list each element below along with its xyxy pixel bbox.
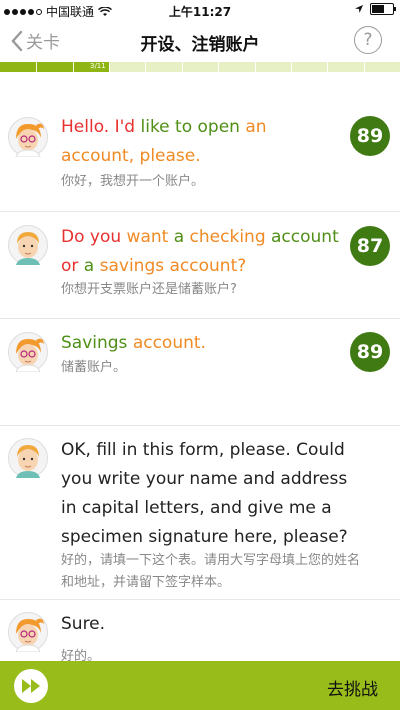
progress-segment-divider [181, 62, 183, 72]
sentence-word: OK, fill in this form, please. Could you… [61, 440, 348, 547]
score-badge: 89 [350, 332, 390, 372]
sentence-word: checking [184, 227, 266, 247]
dialogue-row-1[interactable]: Hello. I'd like to open an account, plea… [0, 103, 400, 212]
english-sentence: Hello. I'd like to open an account, plea… [61, 113, 341, 171]
sentence-word: please. [134, 146, 201, 166]
play-all-button[interactable] [14, 669, 48, 703]
avatar-female-icon [8, 612, 48, 652]
sentence-word: account. [127, 333, 206, 353]
progress-segment-divider [290, 62, 292, 72]
dialogue-row-3[interactable]: Savings account. 储蓄账户。 89 [0, 319, 400, 426]
status-time: 上午11:27 [168, 5, 232, 19]
help-button[interactable]: ? [354, 26, 382, 54]
nav-bar: 关卡 开设、注销账户 ? [0, 20, 400, 62]
sentence-word: Savings [61, 333, 128, 353]
sentence-word: a [168, 227, 185, 247]
avatar-female-icon [8, 332, 48, 372]
sentence-word: like to open [135, 117, 240, 137]
progress-segment-divider [109, 62, 111, 72]
status-right [354, 3, 396, 15]
page-title: 开设、注销账户 [140, 35, 260, 55]
progress-text: 3/11 [90, 62, 106, 70]
bottom-action-bar: 去挑战 [0, 661, 400, 710]
status-bar: 中国联通 上午11:27 [0, 0, 400, 20]
location-arrow-icon [355, 5, 363, 13]
progress-segment-divider [327, 62, 329, 72]
english-sentence: OK, fill in this form, please. Could you… [61, 436, 361, 552]
sentence-word: Sure. [61, 614, 106, 634]
avatar-female-icon [8, 117, 48, 157]
battery-icon [370, 3, 396, 15]
lesson-progress-bar: 3/11 [0, 62, 400, 72]
sentence-word: savings account? [94, 256, 247, 276]
sentence-word: Do you [61, 227, 122, 247]
avatar-male-icon [8, 438, 48, 478]
progress-segment-divider [363, 62, 365, 72]
english-sentence: Sure. [61, 610, 341, 639]
dialogue-row-2[interactable]: Do you want a checking account or a savi… [0, 212, 400, 319]
dialogue-row-4[interactable]: OK, fill in this form, please. Could you… [0, 426, 400, 600]
progress-segment-divider [218, 62, 220, 72]
challenge-button[interactable]: 去挑战 [327, 675, 378, 700]
chinese-translation: 好的，请填一下这个表。请用大写字母填上您的姓名和地址，并请留下签字样本。 [61, 553, 361, 590]
english-sentence: Savings account. [61, 329, 341, 358]
sentence-word: want [121, 227, 169, 247]
sentence-word: a [78, 256, 95, 276]
score-badge: 87 [350, 226, 390, 266]
fast-forward-icon [22, 679, 40, 693]
progress-segment-divider [36, 62, 38, 72]
sentence-word: account [265, 227, 339, 247]
sentence-word: I'd [109, 117, 136, 137]
sentence-word: or [61, 256, 79, 276]
progress-segment-divider [254, 62, 256, 72]
chinese-translation: 你好，我想开一个账户。 [61, 174, 205, 189]
chinese-translation: 你想开支票账户还是储蓄账户? [61, 282, 237, 297]
progress-segment-divider [72, 62, 74, 72]
sentence-word: Hello. [61, 117, 110, 137]
score-badge: 89 [350, 116, 390, 156]
progress-segment-divider [145, 62, 147, 72]
avatar-male-icon [8, 225, 48, 265]
chinese-translation: 储蓄账户。 [61, 360, 127, 375]
english-sentence: Do you want a checking account or a savi… [61, 223, 341, 281]
